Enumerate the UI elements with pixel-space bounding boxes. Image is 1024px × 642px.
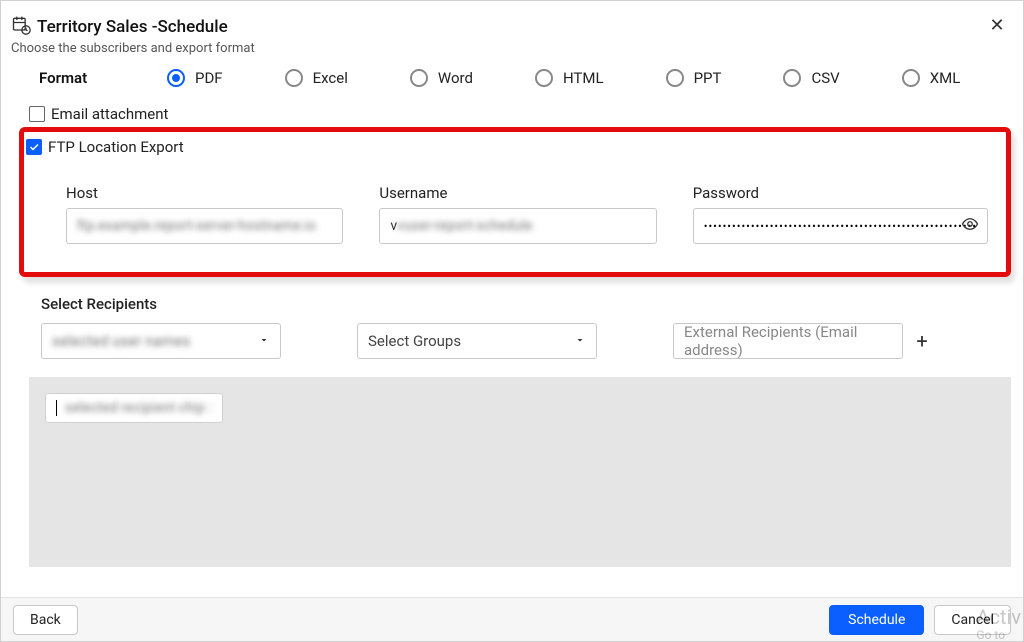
email-attachment-checkbox[interactable]: [29, 106, 45, 122]
close-icon[interactable]: ✕: [987, 15, 1007, 35]
select-users-dropdown[interactable]: selected user names: [41, 323, 281, 359]
ftp-password-label: Password: [693, 184, 988, 202]
ftp-export-row: FTP Location Export: [26, 138, 998, 156]
add-recipient-plus-icon[interactable]: +: [911, 330, 933, 352]
radio-icon: [783, 69, 801, 87]
select-recipients-label: Select Recipients: [41, 295, 1011, 313]
chevron-down-icon: [258, 332, 270, 350]
format-option-label: HTML: [563, 69, 604, 87]
dialog-body-scroll[interactable]: Format PDF Excel Word HTML PPT CSV XML Email a…: [1, 57, 1023, 597]
radio-icon: [902, 69, 920, 87]
ftp-export-checkbox[interactable]: [26, 139, 42, 155]
text-cursor: [56, 400, 57, 416]
format-radio-html[interactable]: HTML: [535, 69, 604, 87]
ftp-username-input[interactable]: vvuser-report-schedule: [379, 208, 656, 244]
format-radio-pdf[interactable]: PDF: [167, 69, 223, 87]
format-radio-xml[interactable]: XML: [902, 69, 961, 87]
email-attachment-row: Email attachment: [29, 105, 1011, 123]
radio-icon: [666, 69, 684, 87]
dialog-title: Territory Sales -Schedule: [37, 17, 228, 37]
format-option-label: XML: [930, 69, 961, 87]
radio-icon: [535, 69, 553, 87]
format-option-label: Word: [438, 69, 473, 87]
ftp-username-field: Username vvuser-report-schedule: [379, 184, 656, 244]
external-recipients-wrap: External Recipients (Email address) +: [673, 323, 933, 359]
ftp-host-field: Host ftp.example.report-server-hostname.…: [66, 184, 343, 244]
radio-icon: [410, 69, 428, 87]
format-option-label: PPT: [694, 69, 722, 87]
recipients-chip-area[interactable]: selected recipient chip :: [29, 377, 1011, 567]
radio-icon: [167, 69, 185, 87]
cancel-button[interactable]: Cancel: [934, 605, 1011, 635]
format-option-label: Excel: [313, 69, 348, 87]
ftp-host-label: Host: [66, 184, 343, 202]
format-radio-group: PDF Excel Word HTML PPT CSV XML: [167, 69, 960, 87]
format-radio-excel[interactable]: Excel: [285, 69, 348, 87]
recipient-chip[interactable]: selected recipient chip :: [45, 393, 223, 423]
format-radio-csv[interactable]: CSV: [783, 69, 839, 87]
format-row: Format PDF Excel Word HTML PPT CSV XML: [29, 57, 1011, 103]
calendar-schedule-icon: [11, 15, 31, 39]
format-label: Format: [39, 69, 99, 87]
ftp-password-field: Password •••••••••••••••••••••••••••••••…: [693, 184, 988, 244]
format-radio-word[interactable]: Word: [410, 69, 473, 87]
ftp-host-input[interactable]: ftp.example.report-server-hostname.io: [66, 208, 343, 244]
eye-icon[interactable]: [961, 215, 979, 237]
chevron-down-icon: [574, 332, 586, 350]
select-groups-dropdown[interactable]: Select Groups: [357, 323, 597, 359]
back-button[interactable]: Back: [13, 605, 78, 635]
schedule-button[interactable]: Schedule: [829, 605, 924, 635]
format-radio-ppt[interactable]: PPT: [666, 69, 722, 87]
radio-icon: [285, 69, 303, 87]
ftp-username-label: Username: [379, 184, 656, 202]
ftp-password-input[interactable]: ••••••••••••••••••••••••••••••••••••••••…: [693, 208, 988, 244]
format-option-label: PDF: [195, 69, 223, 87]
dialog-subtitle: Choose the subscribers and export format: [11, 41, 1007, 56]
ftp-export-label: FTP Location Export: [48, 138, 184, 156]
recipients-row: selected user names Select Groups Extern…: [29, 323, 1011, 359]
dialog-footer: Back Schedule Cancel: [1, 597, 1023, 641]
format-option-label: CSV: [811, 69, 839, 87]
email-attachment-label: Email attachment: [51, 105, 168, 123]
external-recipients-input[interactable]: External Recipients (Email address): [673, 323, 903, 359]
ftp-highlight-box: FTP Location Export Host ftp.example.rep…: [19, 127, 1011, 277]
